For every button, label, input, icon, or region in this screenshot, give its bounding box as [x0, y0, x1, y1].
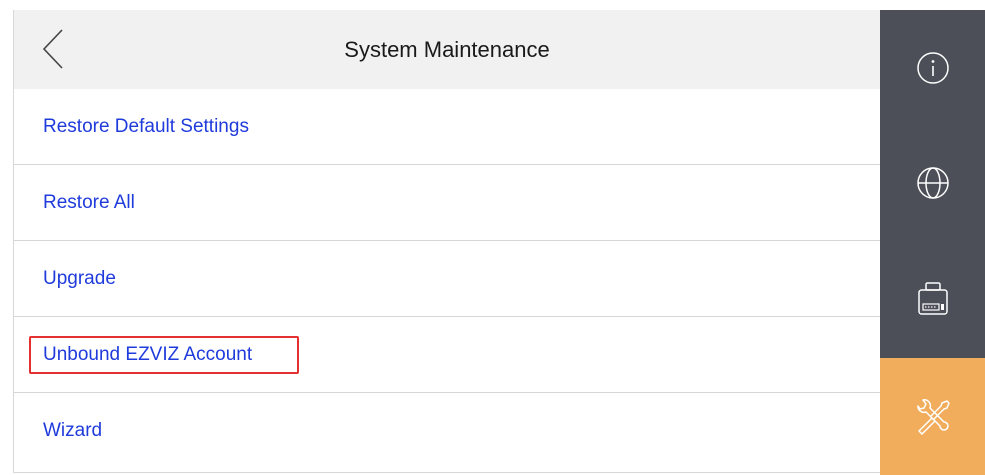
page-title: System Maintenance	[344, 37, 550, 62]
maintenance-tools-icon	[916, 398, 950, 435]
main-panel: System Maintenance Restore Default Setti…	[13, 10, 880, 473]
menu-item-label: Upgrade	[43, 268, 116, 289]
info-icon	[916, 51, 949, 84]
sidebar-button-device[interactable]	[880, 240, 985, 358]
menu-item-upgrade[interactable]: Upgrade	[14, 241, 880, 317]
sidebar-button-maintenance[interactable]	[880, 358, 985, 475]
menu-item-label: Unbound EZVIZ Account	[43, 344, 253, 365]
sidebar	[880, 10, 985, 475]
menu-item-wizard[interactable]: Wizard	[14, 393, 880, 469]
back-button[interactable]	[36, 26, 72, 72]
menu-item-restore-default-settings[interactable]: Restore Default Settings	[14, 89, 880, 165]
menu-item-label: Restore Default Settings	[43, 116, 249, 137]
menu-item-label: Restore All	[43, 192, 135, 213]
menu-item-unbound-ezviz-account[interactable]: Unbound EZVIZ Account	[14, 317, 880, 393]
sidebar-button-info[interactable]	[880, 10, 985, 125]
app-window: System Maintenance Restore Default Setti…	[0, 0, 985, 475]
globe-icon	[916, 166, 949, 199]
maintenance-menu: Restore Default Settings Restore All Upg…	[14, 89, 880, 469]
menu-item-restore-all[interactable]: Restore All	[14, 165, 880, 241]
device-config-icon	[917, 282, 948, 315]
chevron-left-icon	[42, 29, 63, 69]
menu-item-label: Wizard	[43, 420, 103, 441]
sidebar-button-network[interactable]	[880, 125, 985, 240]
header-bar: System Maintenance	[14, 10, 880, 89]
